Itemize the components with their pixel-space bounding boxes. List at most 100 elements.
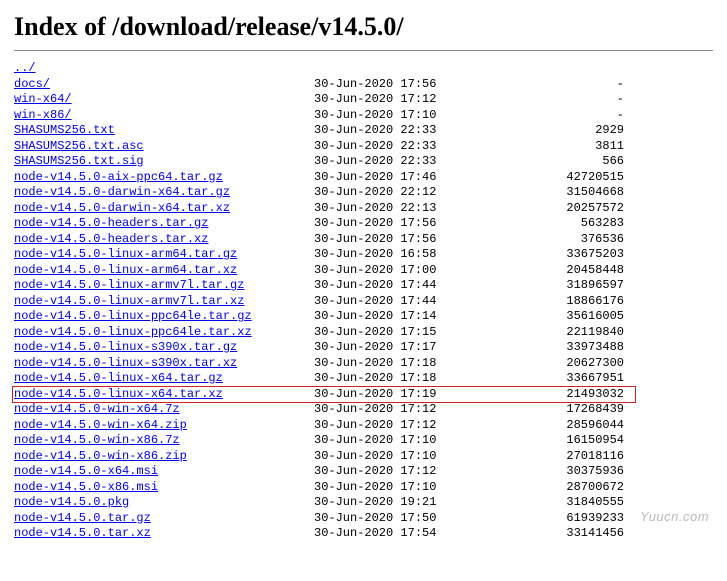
list-row: node-v14.5.0-linux-ppc64le.tar.gz30-Jun-… [14, 309, 713, 325]
file-link[interactable]: ../ [14, 61, 314, 77]
file-date: 30-Jun-2020 17:54 [314, 526, 504, 542]
list-row: node-v14.5.0-linux-ppc64le.tar.xz30-Jun-… [14, 325, 713, 341]
list-row: node-v14.5.0.pkg30-Jun-2020 19:213184055… [14, 495, 713, 511]
file-link[interactable]: node-v14.5.0-aix-ppc64.tar.gz [14, 170, 314, 186]
file-size: 33675203 [504, 247, 624, 263]
file-link[interactable]: node-v14.5.0-headers.tar.xz [14, 232, 314, 248]
file-date: 30-Jun-2020 22:33 [314, 154, 504, 170]
file-link[interactable]: node-v14.5.0-linux-armv7l.tar.xz [14, 294, 314, 310]
file-link[interactable]: node-v14.5.0.tar.gz [14, 511, 314, 527]
file-date: 30-Jun-2020 17:56 [314, 77, 504, 93]
file-date: 30-Jun-2020 17:56 [314, 232, 504, 248]
file-size: 21493032 [504, 387, 624, 403]
page-title: Index of /download/release/v14.5.0/ [14, 12, 713, 42]
file-link[interactable]: node-v14.5.0-linux-armv7l.tar.gz [14, 278, 314, 294]
file-size: 20627300 [504, 356, 624, 372]
list-row: node-v14.5.0-darwin-x64.tar.xz30-Jun-202… [14, 201, 713, 217]
file-size: 30375936 [504, 464, 624, 480]
list-row: node-v14.5.0-win-x86.zip30-Jun-2020 17:1… [14, 449, 713, 465]
file-link[interactable]: node-v14.5.0-linux-s390x.tar.xz [14, 356, 314, 372]
list-row: node-v14.5.0-linux-arm64.tar.gz30-Jun-20… [14, 247, 713, 263]
file-date: 30-Jun-2020 17:18 [314, 371, 504, 387]
file-link[interactable]: SHASUMS256.txt.asc [14, 139, 314, 155]
file-date: 30-Jun-2020 17:15 [314, 325, 504, 341]
file-link[interactable]: node-v14.5.0-win-x64.7z [14, 402, 314, 418]
file-size: 3811 [504, 139, 624, 155]
file-link[interactable]: SHASUMS256.txt [14, 123, 314, 139]
file-date: 30-Jun-2020 22:33 [314, 123, 504, 139]
list-row: node-v14.5.0-win-x64.zip30-Jun-2020 17:1… [14, 418, 713, 434]
list-row: ../ [14, 61, 713, 77]
file-size: - [504, 77, 624, 93]
file-size: 61939233 [504, 511, 624, 527]
list-row: node-v14.5.0-linux-s390x.tar.xz30-Jun-20… [14, 356, 713, 372]
file-size: 27018116 [504, 449, 624, 465]
file-link[interactable]: node-v14.5.0-win-x86.7z [14, 433, 314, 449]
file-link[interactable]: node-v14.5.0-linux-s390x.tar.gz [14, 340, 314, 356]
file-link[interactable]: node-v14.5.0.pkg [14, 495, 314, 511]
file-size: 31896597 [504, 278, 624, 294]
list-row: win-x86/30-Jun-2020 17:10- [14, 108, 713, 124]
list-row: SHASUMS256.txt.asc30-Jun-2020 22:333811 [14, 139, 713, 155]
file-size: 22119840 [504, 325, 624, 341]
file-link[interactable]: node-v14.5.0-linux-ppc64le.tar.gz [14, 309, 314, 325]
list-row: node-v14.5.0-x64.msi30-Jun-2020 17:12303… [14, 464, 713, 480]
file-date: 30-Jun-2020 19:21 [314, 495, 504, 511]
file-size: 16150954 [504, 433, 624, 449]
file-size: 31504668 [504, 185, 624, 201]
file-date: 30-Jun-2020 17:14 [314, 309, 504, 325]
list-row: node-v14.5.0-linux-armv7l.tar.xz30-Jun-2… [14, 294, 713, 310]
file-link[interactable]: node-v14.5.0-linux-ppc64le.tar.xz [14, 325, 314, 341]
file-link[interactable]: node-v14.5.0-headers.tar.gz [14, 216, 314, 232]
file-size: 20458448 [504, 263, 624, 279]
list-row: node-v14.5.0-headers.tar.gz30-Jun-2020 1… [14, 216, 713, 232]
file-size: 28700672 [504, 480, 624, 496]
file-size: 28596044 [504, 418, 624, 434]
file-date: 30-Jun-2020 17:12 [314, 402, 504, 418]
file-link[interactable]: win-x86/ [14, 108, 314, 124]
file-link[interactable]: node-v14.5.0.tar.xz [14, 526, 314, 542]
file-date: 30-Jun-2020 17:12 [314, 418, 504, 434]
list-row: node-v14.5.0-linux-s390x.tar.gz30-Jun-20… [14, 340, 713, 356]
file-link[interactable]: node-v14.5.0-x64.msi [14, 464, 314, 480]
file-link[interactable]: node-v14.5.0-linux-arm64.tar.xz [14, 263, 314, 279]
file-size: 2929 [504, 123, 624, 139]
file-link[interactable]: win-x64/ [14, 92, 314, 108]
file-link[interactable]: node-v14.5.0-linux-x64.tar.gz [14, 371, 314, 387]
file-size: 563283 [504, 216, 624, 232]
file-size: 33973488 [504, 340, 624, 356]
file-date: 30-Jun-2020 17:44 [314, 294, 504, 310]
file-link[interactable]: node-v14.5.0-win-x86.zip [14, 449, 314, 465]
file-date: 30-Jun-2020 17:10 [314, 433, 504, 449]
file-size: 376536 [504, 232, 624, 248]
file-date: 30-Jun-2020 16:58 [314, 247, 504, 263]
file-date: 30-Jun-2020 22:12 [314, 185, 504, 201]
file-link[interactable]: node-v14.5.0-darwin-x64.tar.gz [14, 185, 314, 201]
file-date: 30-Jun-2020 17:17 [314, 340, 504, 356]
file-link[interactable]: node-v14.5.0-linux-x64.tar.xz [14, 387, 314, 403]
list-row: docs/30-Jun-2020 17:56- [14, 77, 713, 93]
file-date: 30-Jun-2020 17:46 [314, 170, 504, 186]
file-date: 30-Jun-2020 22:13 [314, 201, 504, 217]
file-size: 566 [504, 154, 624, 170]
file-size: 31840555 [504, 495, 624, 511]
file-size: 18866176 [504, 294, 624, 310]
file-link[interactable]: node-v14.5.0-win-x64.zip [14, 418, 314, 434]
file-link[interactable]: node-v14.5.0-linux-arm64.tar.gz [14, 247, 314, 263]
file-link[interactable]: docs/ [14, 77, 314, 93]
file-date: 30-Jun-2020 17:12 [314, 464, 504, 480]
list-row: node-v14.5.0.tar.gz30-Jun-2020 17:506193… [14, 511, 713, 527]
list-row: node-v14.5.0-darwin-x64.tar.gz30-Jun-202… [14, 185, 713, 201]
file-size: - [504, 108, 624, 124]
file-link[interactable]: SHASUMS256.txt.sig [14, 154, 314, 170]
file-size: 35616005 [504, 309, 624, 325]
file-link[interactable]: node-v14.5.0-x86.msi [14, 480, 314, 496]
file-date: 30-Jun-2020 17:12 [314, 92, 504, 108]
file-date: 30-Jun-2020 17:10 [314, 480, 504, 496]
file-date: 30-Jun-2020 17:19 [314, 387, 504, 403]
file-date: 30-Jun-2020 17:18 [314, 356, 504, 372]
file-link[interactable]: node-v14.5.0-darwin-x64.tar.xz [14, 201, 314, 217]
file-size: 17268439 [504, 402, 624, 418]
list-row: SHASUMS256.txt.sig30-Jun-2020 22:33566 [14, 154, 713, 170]
file-size: 20257572 [504, 201, 624, 217]
